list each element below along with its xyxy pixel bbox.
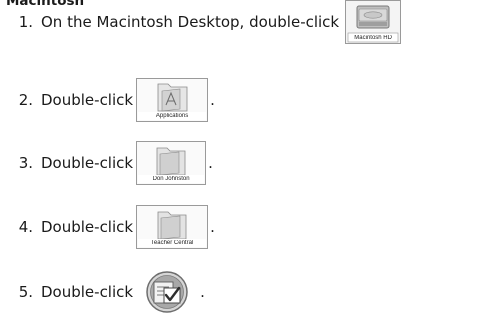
step-1: 1. On the Macintosh Desktop, double-clic…: [0, 0, 402, 44]
step-text: On the Macintosh Desktop, double-click: [41, 13, 340, 31]
step-number: 4.: [18, 218, 33, 236]
icon-label: Don Johnston: [152, 176, 190, 182]
teacher-central-app-icon[interactable]: [136, 270, 198, 314]
step-3: 3. Double-click Don Johnston .: [0, 141, 213, 185]
icon-label: Teacher Central: [150, 240, 194, 246]
hard-drive-icon[interactable]: Macintosh HD: [345, 0, 402, 44]
step-period: .: [200, 283, 205, 301]
step-2: 2. Double-click Applications .: [0, 78, 215, 122]
icon-label: Macintosh HD: [354, 35, 392, 41]
folder-icon[interactable]: Teacher Central: [136, 205, 209, 249]
applications-folder-icon[interactable]: Applications: [136, 78, 209, 122]
step-5: 5. Double-click .: [0, 270, 205, 314]
step-text: Double-click: [41, 91, 134, 109]
step-period: .: [208, 154, 213, 172]
step-period: .: [210, 91, 215, 109]
step-number: 3.: [18, 154, 33, 172]
step-number: 2.: [18, 91, 33, 109]
step-period: .: [210, 218, 215, 236]
step-number: 5.: [18, 283, 33, 301]
step-4: 4. Double-click Teacher Central .: [0, 205, 215, 249]
step-text: Double-click: [41, 154, 134, 172]
step-text: Double-click: [41, 218, 134, 236]
icon-label: Applications: [155, 113, 189, 119]
step-number: 1.: [18, 13, 33, 31]
folder-icon[interactable]: Don Johnston: [136, 141, 207, 185]
step-text: Double-click: [41, 283, 134, 301]
